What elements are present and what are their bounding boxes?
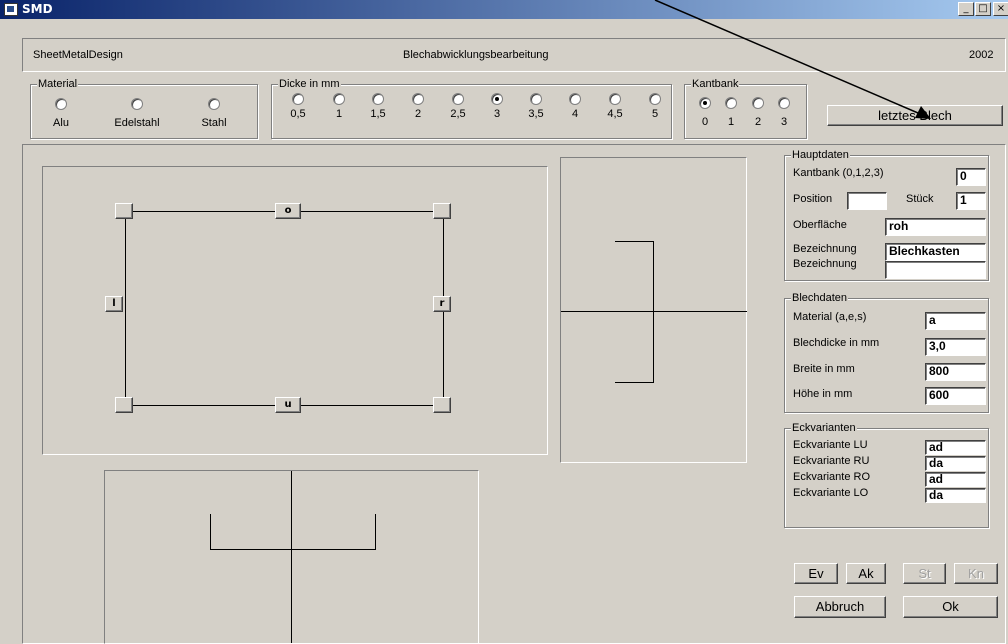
- arrow-annotation: [654, 0, 931, 119]
- arrow-line: [654, 0, 926, 117]
